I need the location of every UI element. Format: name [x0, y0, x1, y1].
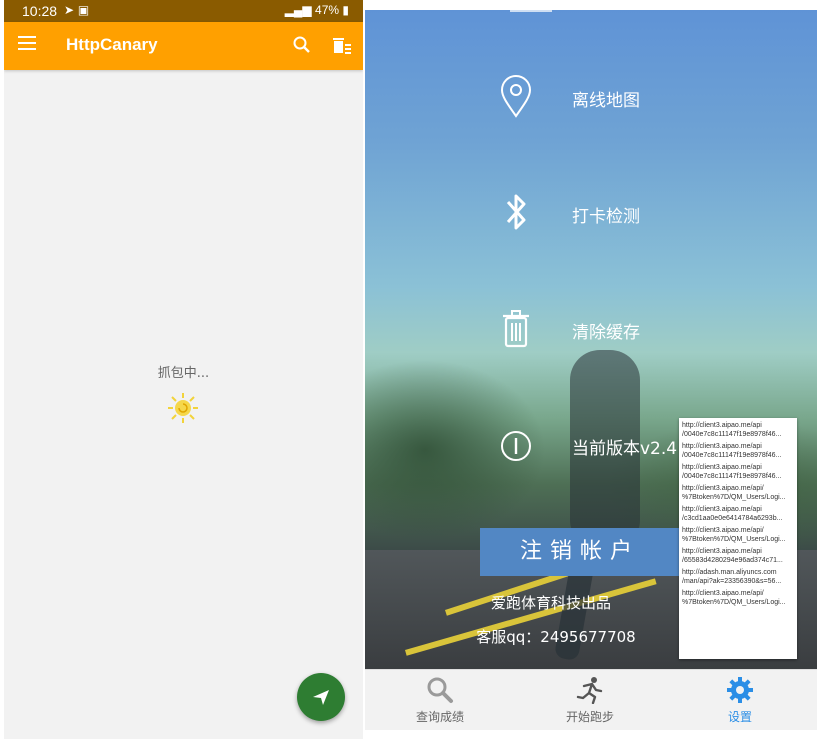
status-time: 10:28 [22, 3, 58, 19]
sun-loading-icon [168, 393, 198, 423]
runner-icon [576, 677, 603, 704]
menu-item-label: 当前版本v2.4 [572, 439, 678, 459]
menu-item-offline-map[interactable]: 离线地图 [365, 70, 817, 130]
status-bar: 10:28 ➤ ▣ ▂▄▆ 47% ▮ [4, 0, 363, 22]
status-right: ▂▄▆ 47% ▮ [285, 3, 349, 17]
aipao-settings-screen: 离线地图 打卡检测 清除缓存 当前版本v2.4 注销帐户 爱跑体育科技出品 客服… [365, 10, 817, 730]
menu-icon[interactable] [18, 36, 36, 54]
tab-settings[interactable]: 设置 [665, 670, 815, 730]
tab-label: 开始跑步 [565, 710, 614, 724]
magnifier-icon [427, 677, 453, 703]
menu-item-check-in[interactable]: 打卡检测 [365, 186, 817, 246]
app-toolbar: HttpCanary [4, 22, 363, 70]
url-line: /65583d4280294e96ad374c71... [682, 557, 783, 564]
signal-icon: ▂▄▆ [284, 3, 312, 17]
info-icon [501, 431, 531, 461]
menu-item-label: 离线地图 [572, 91, 640, 111]
menu-item-label: 打卡检测 [572, 207, 640, 227]
menu-item-label: 清除缓存 [572, 323, 640, 343]
menu-item-clear-cache[interactable]: 清除缓存 [365, 302, 817, 362]
bluetooth-icon [506, 194, 526, 230]
battery-percent: 47% [315, 3, 340, 17]
url-line: /c3cd1aa0e0e6414784a6293b... [682, 515, 783, 522]
httpcanary-screen: 10:28 ➤ ▣ ▂▄▆ 47% ▮ HttpCanary 抓包中... [4, 0, 363, 739]
url-line: http://client3.aipao.me/api [682, 443, 762, 450]
url-line: http://client3.aipao.me/api [682, 464, 762, 471]
location-pin-icon [500, 75, 532, 118]
search-icon[interactable] [292, 35, 312, 55]
clear-sessions-icon[interactable] [332, 36, 352, 56]
app-title: HttpCanary [66, 35, 158, 54]
url-line: http://client3.aipao.me/api/ [682, 485, 764, 492]
notification-icons: ➤ ▣ [64, 3, 90, 17]
logout-button[interactable]: 注销帐户 [480, 528, 680, 576]
tab-start-run[interactable]: 开始跑步 [515, 670, 665, 730]
tab-label: 设置 [727, 710, 752, 724]
url-line: http://client3.aipao.me/api [682, 422, 762, 429]
url-line: %7Btoken%7D/QM_Users/Logi... [682, 494, 786, 501]
capture-status-text: 抓包中... [157, 366, 210, 381]
url-line: /0040e7c8c11147f19e8978f46... [682, 452, 782, 459]
url-line: /0040e7c8c11147f19e8978f46... [682, 473, 782, 480]
url-line: /man/api?ak=23356390&s=56... [682, 578, 782, 585]
top-indicator [510, 10, 552, 12]
url-line: http://client3.aipao.me/api/ [682, 590, 764, 597]
url-line: %7Btoken%7D/QM_Users/Logi... [682, 536, 786, 543]
captured-url-overlay[interactable]: http://client3.aipao.me/api /0040e7c8c11… [679, 418, 797, 659]
tab-label: 查询成绩 [415, 710, 464, 724]
screenshot-stage: 10:28 ➤ ▣ ▂▄▆ 47% ▮ HttpCanary 抓包中... 离线… [0, 0, 825, 743]
url-line: http://client3.aipao.me/api [682, 506, 762, 513]
url-line: /0040e7c8c11147f19e8978f46... [682, 431, 782, 438]
tab-query-score[interactable]: 查询成绩 [365, 670, 515, 730]
url-line: http://client3.aipao.me/api/ [682, 527, 764, 534]
url-line: http://adash.man.aliyuncs.com [682, 569, 777, 576]
battery-icon: ▮ [342, 3, 349, 17]
trash-icon [503, 310, 529, 348]
bottom-tab-bar: 查询成绩 开始跑步 设置 [365, 669, 817, 730]
url-line: %7Btoken%7D/QM_Users/Logi... [682, 599, 786, 606]
send-icon [313, 690, 329, 705]
gear-icon [727, 677, 753, 703]
url-line: http://client3.aipao.me/api [682, 548, 762, 555]
send-fab-button[interactable] [297, 673, 345, 721]
